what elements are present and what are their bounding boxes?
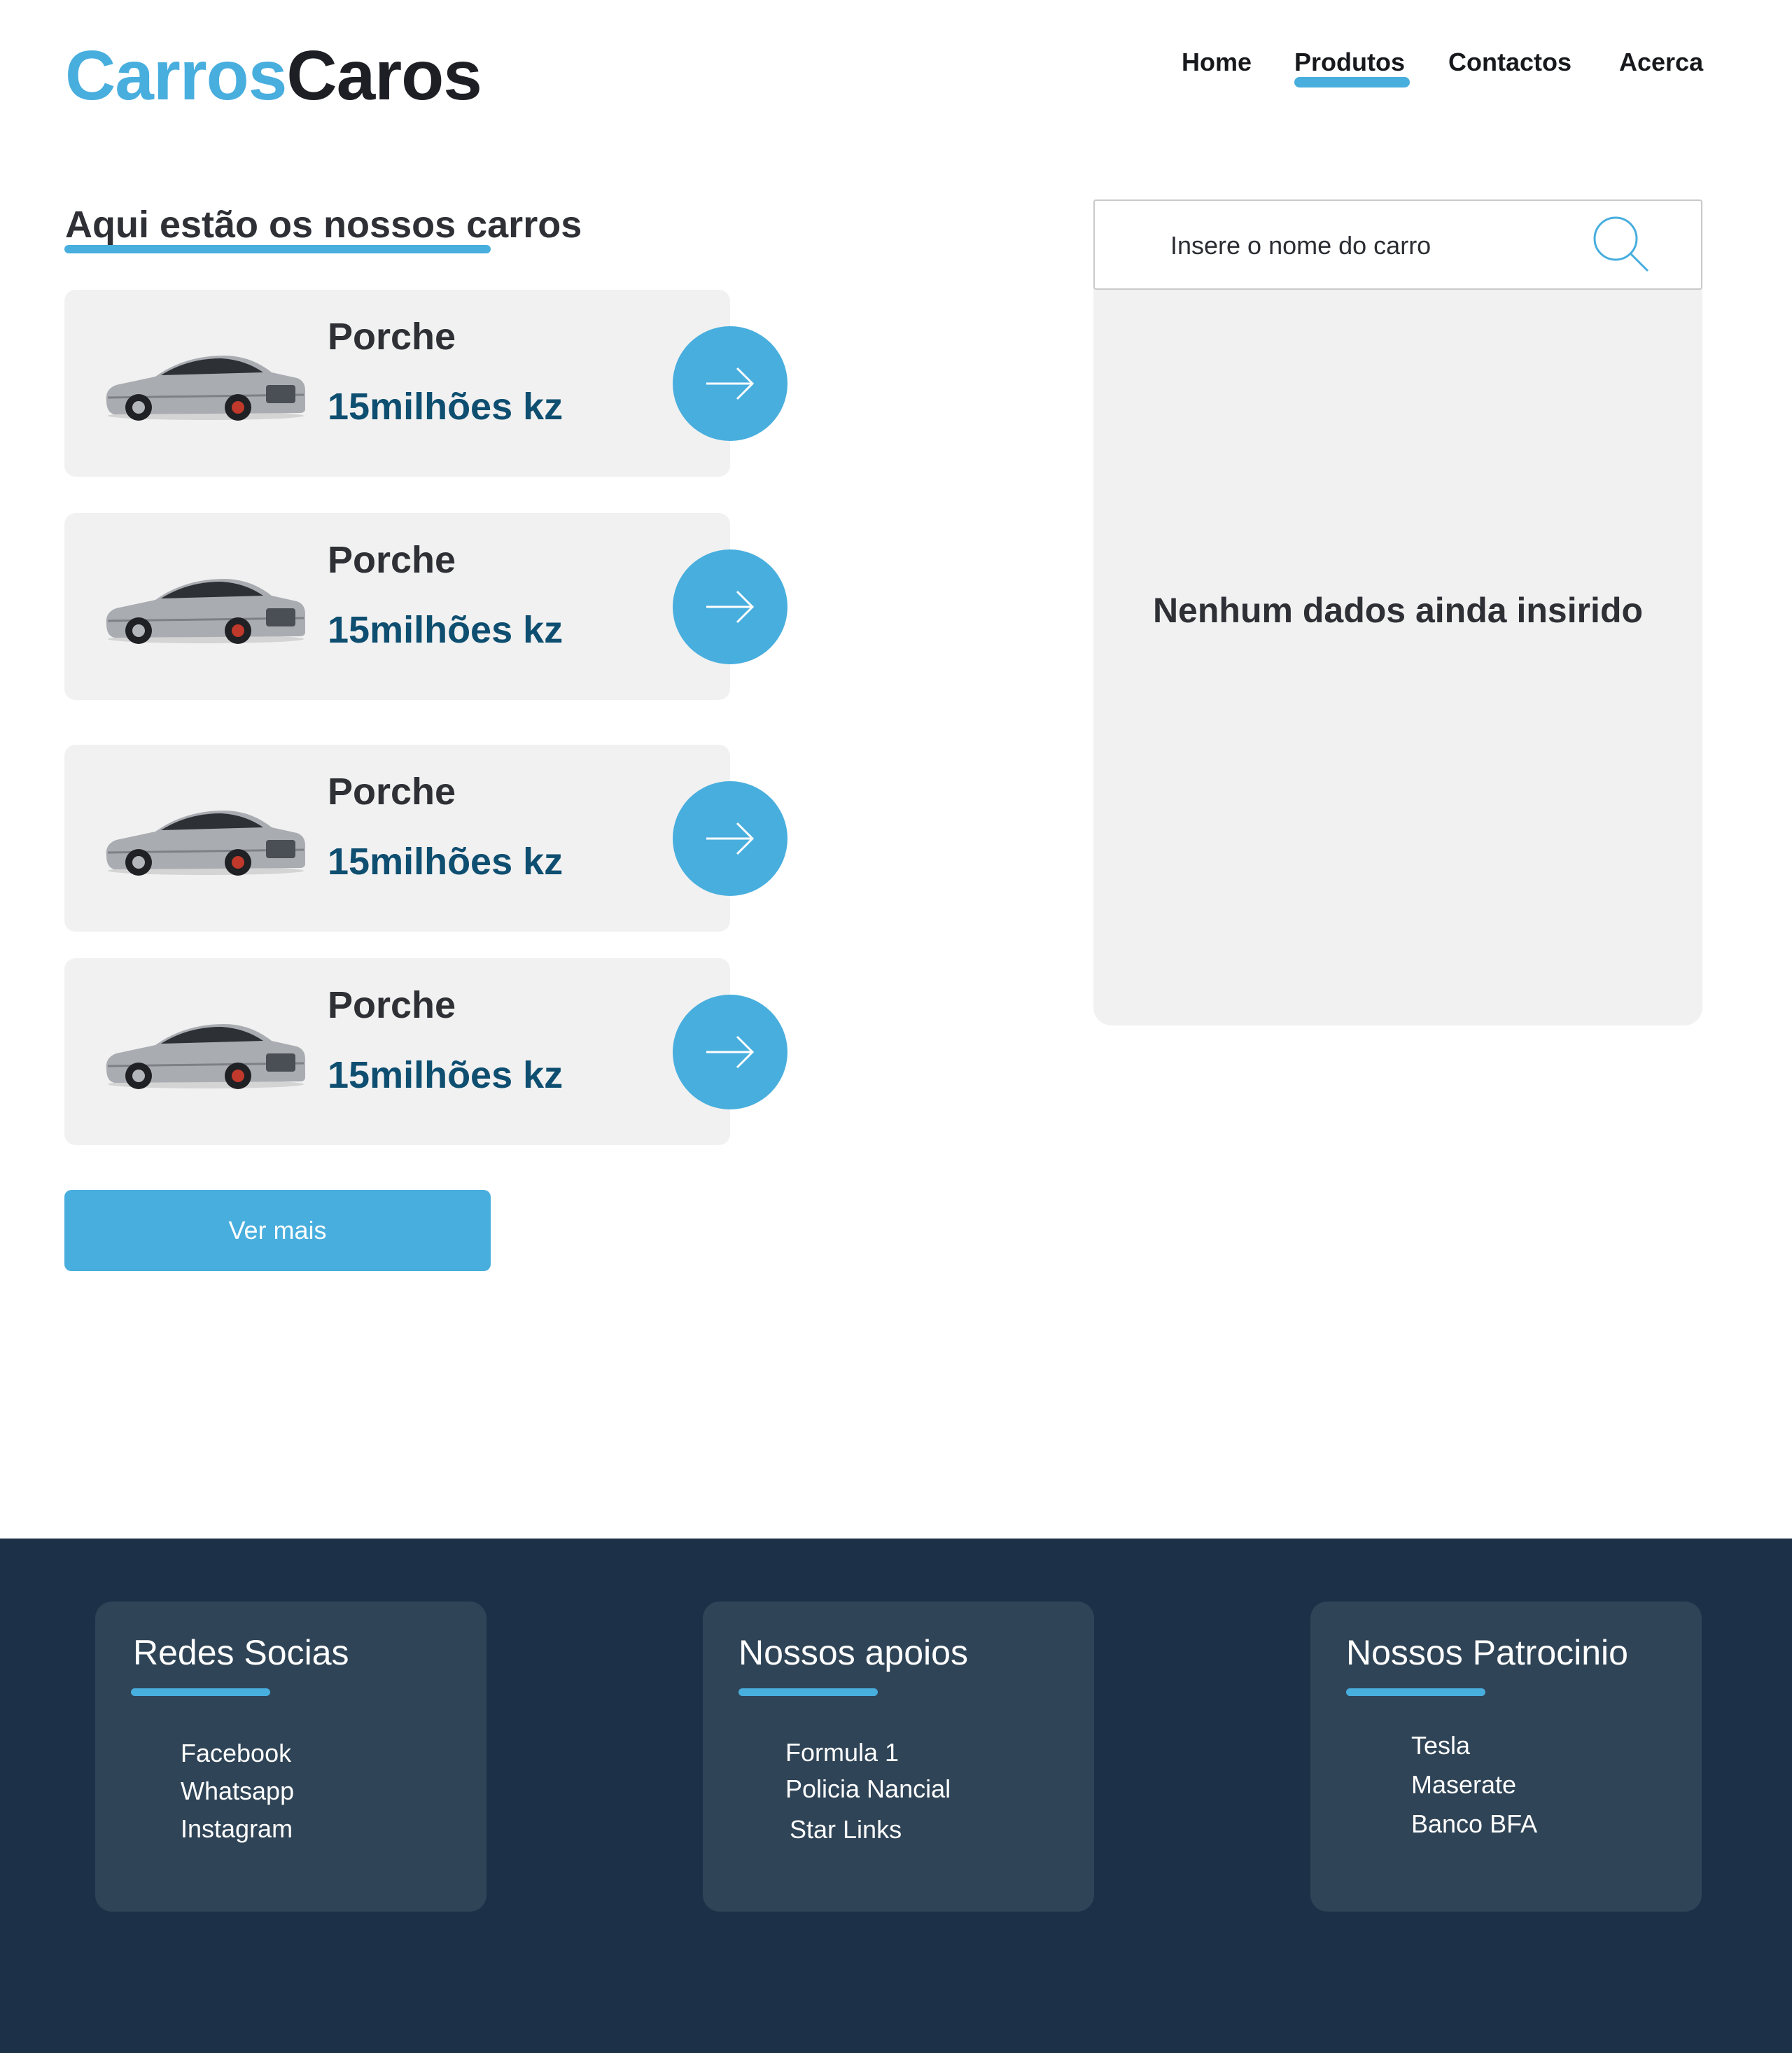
- footer-card-nossos-patrocinio: Nossos Patrocinio Tesla Maserate Banco B…: [1310, 1602, 1702, 1912]
- nav-home[interactable]: Home: [1182, 48, 1252, 77]
- nav-produtos[interactable]: Produtos: [1294, 48, 1405, 77]
- footer-link-star-links[interactable]: Star Links: [790, 1812, 951, 1848]
- footer-link-policia-nancial[interactable]: Policia Nancial: [785, 1771, 951, 1807]
- footer-title-underline: [738, 1688, 878, 1696]
- footer-card-title: Nossos apoios: [738, 1633, 968, 1672]
- arrow-right-icon: [706, 367, 755, 400]
- search-box: [1093, 199, 1702, 290]
- footer-link-list: Tesla Maserate Banco BFA: [1411, 1726, 1537, 1844]
- search-input[interactable]: [1170, 226, 1569, 265]
- footer-title-underline: [1346, 1688, 1485, 1696]
- car-image: [106, 811, 305, 876]
- footer-link-tesla[interactable]: Tesla: [1411, 1726, 1537, 1765]
- car-price: 15milhões kz: [328, 841, 564, 883]
- footer-link-facebook[interactable]: Facebook: [181, 1735, 294, 1772]
- car-name: Porche: [328, 316, 456, 358]
- footer-link-whatsapp[interactable]: Whatsapp: [181, 1772, 294, 1810]
- footer-link-list: Facebook Whatsapp Instagram: [181, 1735, 294, 1848]
- site-footer: Redes Socias Facebook Whatsapp Instagram…: [0, 1539, 1792, 2053]
- car-price: 15milhões kz: [328, 1054, 564, 1096]
- car-card: Porche 15milhões kz: [64, 958, 788, 1145]
- ver-mais-button[interactable]: Ver mais: [64, 1190, 491, 1271]
- magnifier-icon[interactable]: [1592, 215, 1651, 274]
- main-nav: Home Produtos Contactos Acerca: [0, 48, 1792, 104]
- title-underline: [64, 245, 491, 253]
- nav-contactos[interactable]: Contactos: [1448, 48, 1572, 77]
- footer-card-redes-socias: Redes Socias Facebook Whatsapp Instagram: [95, 1602, 486, 1912]
- empty-results-message: Nenhum dados ainda insirido: [1152, 591, 1644, 630]
- car-name: Porche: [328, 539, 456, 581]
- car-card: Porche 15milhões kz: [64, 513, 788, 700]
- car-name: Porche: [328, 984, 456, 1026]
- view-car-button[interactable]: [673, 995, 788, 1109]
- footer-link-list: Formula 1 Policia Nancial Star Links: [785, 1735, 951, 1848]
- car-price: 15milhões kz: [328, 386, 564, 428]
- view-car-button[interactable]: [673, 781, 788, 896]
- footer-link-instagram[interactable]: Instagram: [181, 1810, 294, 1848]
- view-car-button[interactable]: [673, 549, 788, 664]
- view-car-button[interactable]: [673, 326, 788, 441]
- footer-card-title: Redes Socias: [133, 1633, 349, 1672]
- footer-link-formula-1[interactable]: Formula 1: [785, 1735, 951, 1771]
- car-name: Porche: [328, 771, 456, 813]
- arrow-right-icon: [706, 590, 755, 624]
- arrow-right-icon: [706, 822, 755, 855]
- car-card: Porche 15milhões kz: [64, 745, 788, 932]
- arrow-right-icon: [706, 1035, 755, 1069]
- footer-title-underline: [131, 1688, 270, 1696]
- car-image: [106, 579, 305, 644]
- footer-link-banco-bfa[interactable]: Banco BFA: [1411, 1805, 1537, 1844]
- nav-acerca[interactable]: Acerca: [1619, 48, 1703, 77]
- footer-card-title: Nossos Patrocinio: [1346, 1633, 1628, 1672]
- nav-active-indicator: [1294, 77, 1410, 87]
- car-image: [106, 356, 305, 421]
- footer-card-nossos-apoios: Nossos apoios Formula 1 Policia Nancial …: [703, 1602, 1094, 1912]
- page-title: Aqui estão os nossos carros: [65, 204, 582, 246]
- car-card: Porche 15milhões kz: [64, 290, 788, 477]
- car-price: 15milhões kz: [328, 609, 564, 651]
- footer-link-maserate[interactable]: Maserate: [1411, 1765, 1537, 1805]
- car-image: [106, 1024, 305, 1089]
